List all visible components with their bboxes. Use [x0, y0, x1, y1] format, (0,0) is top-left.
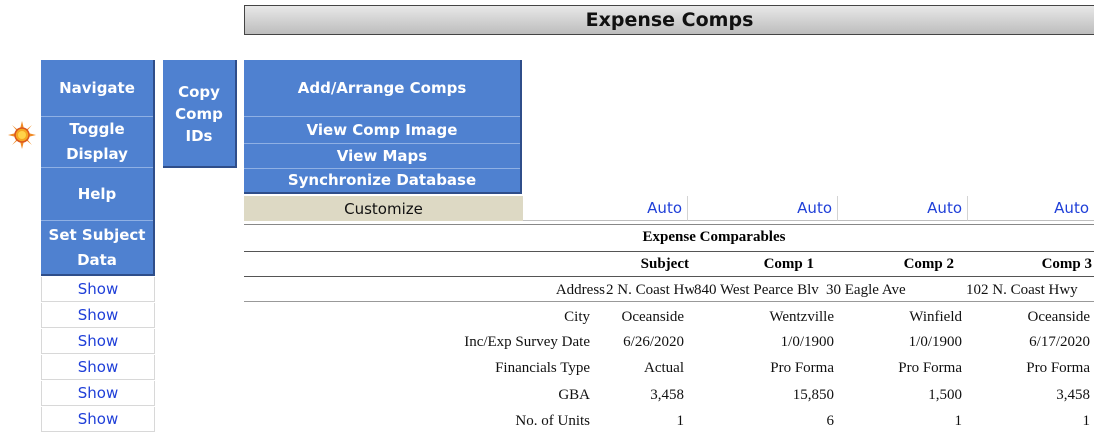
comp1-financials-type: Pro Forma	[770, 360, 834, 376]
comp2-financials-type: Pro Forma	[898, 360, 962, 376]
synchronize-database-button[interactable]: Synchronize Database	[244, 169, 520, 192]
show-link[interactable]: Show	[41, 381, 155, 406]
row-label-survey-date: Inc/Exp Survey Date	[464, 334, 590, 350]
copy-comp-ids-panel: Copy Comp IDs	[163, 60, 237, 168]
set-subject-data-button[interactable]: Set Subject Data	[41, 221, 153, 274]
page-title: Expense Comps	[244, 5, 1094, 35]
comp3-units: 1	[1082, 413, 1091, 429]
column-header-comp1: Comp 1	[693, 251, 818, 275]
column-header-comp2: Comp 2	[818, 251, 958, 275]
subject-address: 2 N. Coast Hw	[606, 282, 694, 298]
comp2-units: 1	[954, 413, 963, 429]
auto-comp1-link[interactable]: Auto	[688, 196, 838, 221]
show-link[interactable]: Show	[41, 329, 155, 354]
subject-units: 1	[676, 413, 685, 429]
subject-gba: 3,458	[650, 387, 684, 403]
comp1-city: Wentzville	[769, 309, 834, 325]
subject-financials-type: Actual	[644, 360, 684, 376]
comp3-city: Oceanside	[1027, 309, 1090, 325]
nav-panel: Navigate Toggle Display Help Set Subject…	[41, 60, 155, 276]
row-label-financials-type: Financials Type	[495, 360, 590, 376]
add-arrange-comps-button[interactable]: Add/Arrange Comps	[244, 60, 520, 116]
comp1-survey-date: 1/0/1900	[780, 334, 834, 350]
row-label-address: Address	[555, 282, 605, 298]
copy-comp-ids-button[interactable]: Copy Comp IDs	[163, 72, 235, 156]
column-header-subject: Subject	[523, 251, 693, 275]
subject-city: Oceanside	[621, 309, 684, 325]
help-button[interactable]: Help	[41, 168, 153, 220]
comp3-financials-type: Pro Forma	[1026, 360, 1090, 376]
show-link[interactable]: Show	[41, 303, 155, 328]
comp1-units: 6	[826, 413, 835, 429]
view-maps-button[interactable]: View Maps	[244, 144, 520, 168]
show-link[interactable]: Show	[41, 355, 155, 380]
show-link[interactable]: Show	[41, 407, 155, 432]
view-comp-image-button[interactable]: View Comp Image	[244, 117, 520, 143]
row-label-units: No. of Units	[515, 413, 590, 429]
comp3-gba: 3,458	[1056, 387, 1090, 403]
comp2-gba: 1,500	[928, 387, 962, 403]
customize-button[interactable]: Customize	[244, 196, 523, 221]
show-link[interactable]: Show	[41, 277, 155, 302]
toggle-display-button[interactable]: Toggle Display	[41, 117, 153, 167]
comps-menu-panel: Add/Arrange Comps View Comp Image View M…	[244, 60, 522, 194]
auto-subject-link[interactable]: Auto	[523, 196, 688, 221]
comp2-address: 30 Eagle Ave	[826, 282, 906, 298]
auto-comp3-link[interactable]: Auto	[968, 196, 1094, 221]
navigate-button[interactable]: Navigate	[41, 60, 153, 116]
section-title: Expense Comparables	[244, 224, 1094, 250]
comp3-survey-date: 6/17/2020	[1029, 334, 1090, 350]
comp2-city: Winfield	[909, 309, 962, 325]
subject-survey-date: 6/26/2020	[623, 334, 684, 350]
comp2-survey-date: 1/0/1900	[908, 334, 962, 350]
comp1-gba: 15,850	[792, 387, 834, 403]
auto-comp2-link[interactable]: Auto	[838, 196, 968, 221]
column-header-comp3: Comp 3	[958, 251, 1094, 275]
comp1-address: 840 West Pearce Blv	[694, 282, 819, 298]
row-label-gba: GBA	[558, 387, 590, 403]
comp3-address: 102 N. Coast Hwy	[966, 282, 1078, 298]
sun-icon	[8, 121, 36, 149]
row-label-city: City	[564, 309, 590, 325]
